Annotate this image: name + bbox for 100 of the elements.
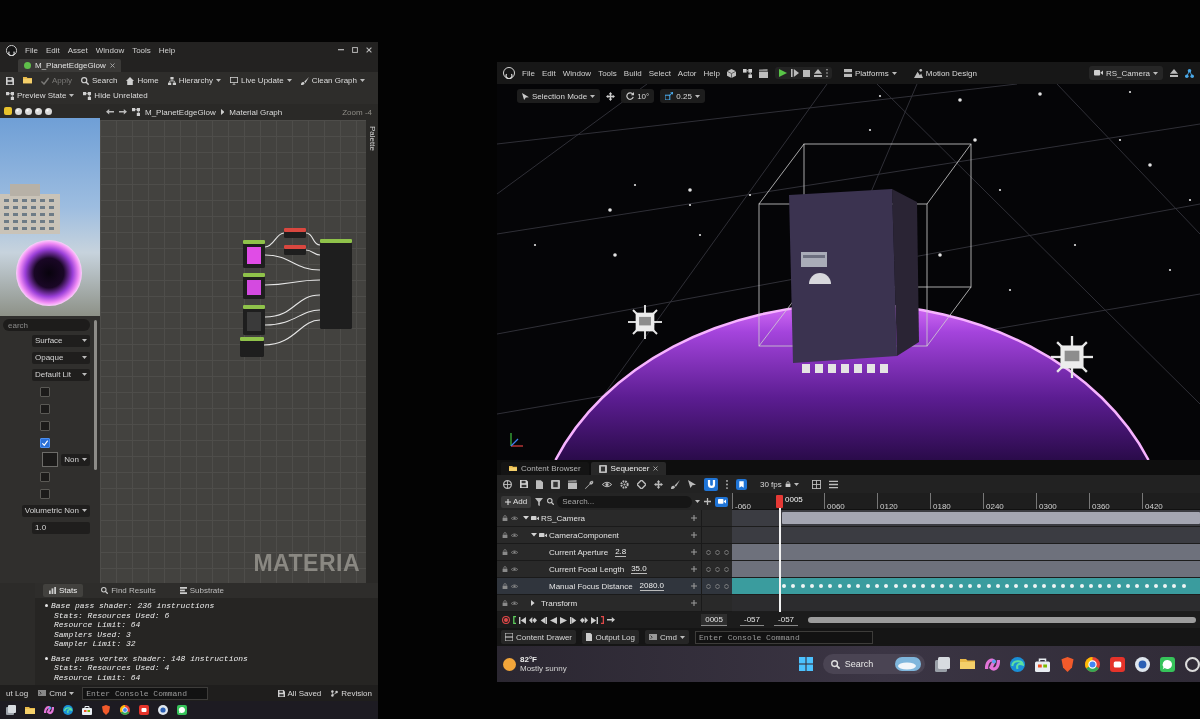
toolbar-button[interactable]: Search [81,74,118,87]
document-icon[interactable] [536,479,543,489]
camera-dropdown[interactable]: RS_Camera [1089,66,1163,80]
dropdown[interactable]: Opaque [32,351,90,364]
track-row[interactable]: Transform [497,595,732,612]
ring-icon[interactable] [1185,656,1200,672]
timeline-scrollbar[interactable] [808,617,1196,623]
clapperboard-icon[interactable] [568,479,577,489]
texture-thumbnail[interactable] [42,452,59,467]
breadcrumb-item[interactable]: M_PlanetEdgeGlow [145,107,216,117]
panel-tab[interactable]: Substrate [173,584,230,597]
pin-icon[interactable] [585,479,594,489]
dropdown[interactable]: Non [61,453,90,466]
sphere-icon[interactable] [45,107,52,115]
record-icon[interactable] [502,616,510,624]
stop-icon[interactable] [803,69,810,77]
add-track-button[interactable]: Add [501,495,532,508]
track-value[interactable]: 2080.0 [639,581,665,591]
eye-icon[interactable] [511,532,518,538]
step-forward-icon[interactable] [570,616,578,624]
graph-node[interactable] [240,337,264,357]
toolbar-button[interactable]: Hierarchy [167,74,221,87]
tile-icon[interactable] [139,705,149,715]
toolbar-button[interactable]: Live Update [229,74,292,87]
caret-icon[interactable] [531,600,535,606]
keyframe-icon[interactable] [637,479,646,489]
clapperboard-icon[interactable] [759,68,768,78]
shield-icon[interactable] [101,705,111,715]
graph-node[interactable] [284,228,306,238]
filter-icon[interactable] [535,497,544,506]
swirl-icon[interactable] [44,705,54,715]
caret-icon[interactable] [523,516,529,520]
menu-item[interactable]: Asset [67,45,88,55]
scrollbar[interactable] [94,320,97,470]
lock-icon[interactable] [502,549,508,555]
grid-icon[interactable] [811,479,821,489]
network-icon[interactable] [1185,68,1194,78]
frame-icon[interactable] [551,479,560,489]
number-field[interactable]: 1.0 [32,521,90,534]
motion-design-button[interactable]: Motion Design [908,66,982,80]
save-icon[interactable] [520,480,528,488]
folder-icon[interactable] [509,465,517,472]
swirl-icon[interactable] [985,656,1000,672]
plus-icon[interactable] [691,515,697,521]
frame-rate-dropdown[interactable]: 30 fps [755,477,804,491]
plus-icon[interactable] [691,600,697,606]
menu-item[interactable]: Window [562,68,592,78]
content-drawer-button[interactable]: Content Drawer [501,630,577,644]
platforms-dropdown[interactable]: Platforms [839,66,902,80]
toolbar-button[interactable]: Preview State [6,89,75,102]
cmd-dropdown[interactable]: Cmd [36,688,77,698]
dropdown[interactable]: Default Lit [32,368,90,381]
panel-tab[interactable]: Find Results [95,584,162,597]
crosshair-icon[interactable] [503,479,512,489]
save-status-button[interactable]: All Saved [275,688,324,698]
console-input[interactable]: Enter Console Command [82,686,209,700]
playhead-handle[interactable] [776,495,783,508]
sphere-icon[interactable] [35,107,42,115]
save-icon[interactable] [277,689,285,697]
cmd-dropdown[interactable]: Cmd [645,630,689,644]
close-icon[interactable] [109,63,115,68]
eye-icon[interactable] [511,566,518,572]
sun-billboard-icon[interactable] [1051,336,1093,378]
lock-icon[interactable] [502,600,508,606]
chat-bubble-icon[interactable] [1160,656,1175,672]
ring-icon[interactable] [120,705,130,715]
caret-icon[interactable] [531,533,537,537]
checkbox[interactable] [40,488,50,499]
play-icon[interactable] [779,69,787,77]
menu-item[interactable]: Help [158,45,176,55]
tile-icon[interactable] [1110,656,1125,672]
scale-snap-button[interactable]: 0.25 [660,89,705,103]
start-frame-field[interactable]: -057 [740,614,764,626]
step-back-icon[interactable] [540,616,548,624]
next-key-icon[interactable] [580,616,589,624]
play-icon[interactable] [560,616,568,624]
wave-icon[interactable] [1010,656,1025,672]
shopping-bag-icon[interactable] [82,705,92,715]
eject-icon[interactable] [814,69,822,77]
previous-key-icon[interactable] [529,616,538,624]
eject-icon[interactable] [1170,69,1178,77]
preview-viewport[interactable] [0,118,100,316]
menu-item[interactable]: Select [648,68,671,78]
stacked-windows-icon[interactable] [935,656,950,672]
current-frame-field[interactable]: 0005 [701,614,727,626]
maximize-icon[interactable] [352,47,358,53]
graph-node[interactable] [320,239,352,329]
plus-icon[interactable] [704,498,711,505]
menu-item[interactable]: Actor [677,68,697,78]
output-log-button[interactable]: Output Log [582,630,639,644]
graph-node[interactable] [243,305,265,335]
menu-item[interactable]: Edit [45,45,60,55]
lock-icon[interactable] [502,515,508,521]
arrow-right-icon[interactable] [607,617,616,623]
menu-item[interactable]: Window [95,45,125,55]
add-key-icon[interactable] [714,549,720,555]
eye-icon[interactable] [511,549,518,555]
plus-icon[interactable] [691,566,697,572]
bracket-icon[interactable] [601,616,605,624]
search-field[interactable]: earch [3,319,90,331]
